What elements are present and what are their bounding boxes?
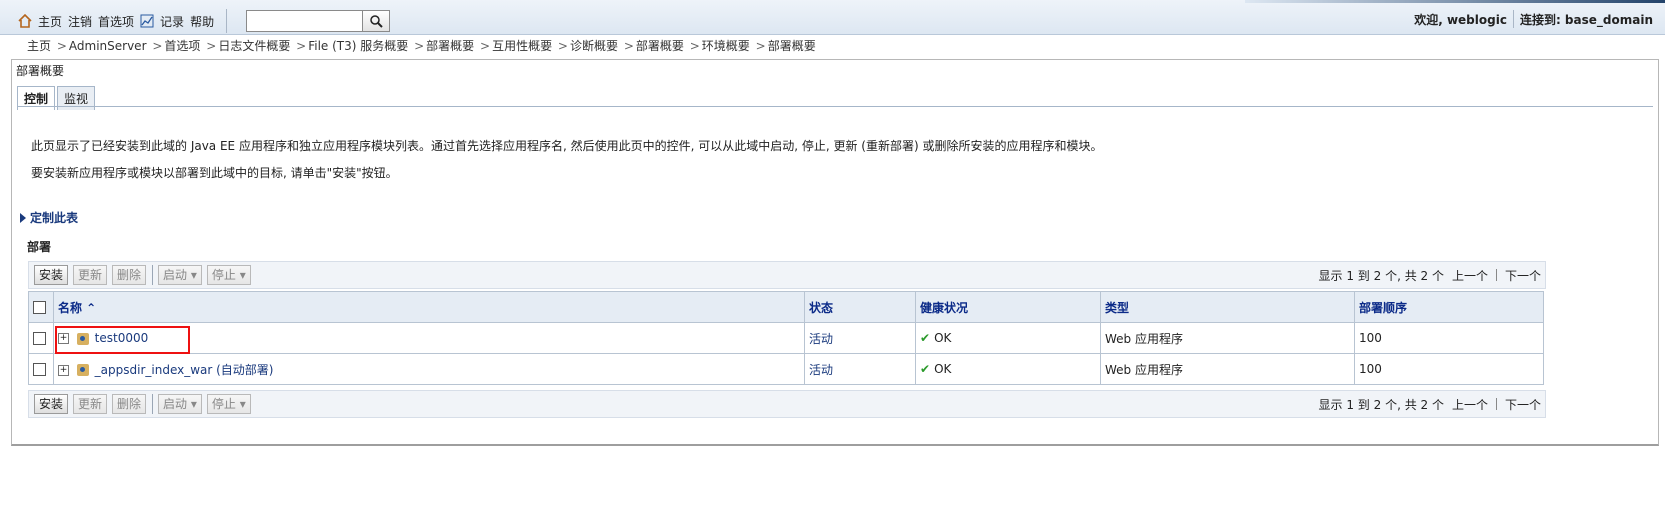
- stop-dropdown-button[interactable]: 停止 ▾: [206, 394, 251, 414]
- select-all-checkbox[interactable]: [33, 301, 46, 314]
- top-bar: 主页 注销 首选项 记录 帮助 欢迎, weblogic 连接到: base_d…: [0, 0, 1665, 35]
- ok-check-icon: ✔: [920, 362, 931, 376]
- row-checkbox[interactable]: [33, 332, 46, 345]
- ok-check-icon: ✔: [920, 331, 931, 345]
- state-link[interactable]: 活动: [809, 363, 833, 377]
- install-button[interactable]: 安装: [34, 265, 69, 285]
- search-input[interactable]: [246, 10, 364, 32]
- customize-table-link[interactable]: 定制此表: [20, 209, 78, 226]
- prev-page-link[interactable]: 上一个: [1452, 396, 1488, 413]
- pager-divider: [1495, 398, 1497, 410]
- name-cell: + _appsdir_index_war (自动部署): [53, 353, 805, 385]
- highlight-box: [55, 326, 190, 354]
- deployment-name-link[interactable]: _appsdir_index_war (自动部署): [95, 363, 274, 377]
- order-cell: 100: [1354, 322, 1544, 354]
- welcome-text: 欢迎, weblogic: [1414, 12, 1507, 27]
- breadcrumb-item[interactable]: 首选项: [164, 39, 200, 53]
- delete-button[interactable]: 删除: [112, 265, 147, 285]
- health-cell: ✔ OK: [915, 353, 1101, 385]
- nav-preferences-link[interactable]: 首选项: [98, 13, 134, 30]
- breadcrumb-item[interactable]: 互用性概要: [492, 39, 552, 53]
- breadcrumb-item[interactable]: 环境概要: [702, 39, 750, 53]
- health-cell: ✔ OK: [915, 322, 1101, 354]
- customize-table-label: 定制此表: [30, 211, 79, 225]
- user-status: 欢迎, weblogic 连接到: base_domain: [1414, 10, 1653, 28]
- column-header-order[interactable]: 部署顺序: [1354, 291, 1544, 323]
- breadcrumb-item[interactable]: AdminServer: [69, 39, 147, 53]
- table-row: + _appsdir_index_war (自动部署) 活动 ✔ OK Web 应…: [28, 353, 1544, 385]
- pager-text: 显示 1 到 2 个, 共 2 个: [1318, 397, 1444, 412]
- stop-dropdown-button[interactable]: 停止 ▾: [206, 265, 251, 285]
- toolbar-divider: [152, 265, 154, 285]
- home-icon[interactable]: [18, 14, 32, 28]
- description-text: 此页显示了已经安装到此域的 Java EE 应用程序和独立应用程序模块列表。通过…: [31, 139, 1103, 153]
- web-app-icon: [76, 364, 89, 376]
- expand-triangle-icon: [20, 212, 26, 223]
- row-select-cell: [28, 322, 54, 354]
- column-header-state[interactable]: 状态: [804, 291, 916, 323]
- health-text: OK: [934, 331, 952, 345]
- row-select-cell: [28, 353, 54, 385]
- top-nav: 主页 注销 首选项 记录 帮助: [18, 9, 233, 33]
- start-dropdown-button[interactable]: 启动 ▾: [158, 265, 202, 285]
- type-cell: Web 应用程序: [1100, 322, 1355, 354]
- search-button[interactable]: [362, 10, 390, 32]
- breadcrumb-item[interactable]: 部署概要: [636, 39, 684, 53]
- toolbar-divider: [152, 394, 154, 414]
- select-all-cell: [28, 291, 54, 323]
- start-dropdown-button[interactable]: 启动 ▾: [158, 394, 202, 414]
- column-header-name[interactable]: 名称 ⌃: [53, 291, 805, 323]
- search-icon: [369, 14, 383, 28]
- breadcrumb-item[interactable]: 诊断概要: [570, 39, 618, 53]
- nav-divider: [226, 9, 228, 33]
- column-header-type[interactable]: 类型: [1100, 291, 1355, 323]
- nav-record-link[interactable]: 记录: [160, 13, 184, 30]
- top-accent-stripe: [1245, 0, 1665, 3]
- welcome-divider: [1512, 10, 1514, 28]
- breadcrumb-item[interactable]: 部署概要: [426, 39, 474, 53]
- type-cell: Web 应用程序: [1100, 353, 1355, 385]
- table-toolbar-bottom: 安装 更新 删除 启动 ▾ 停止 ▾ 显示 1 到 2 个, 共 2 个 上一个…: [28, 390, 1546, 418]
- state-cell: 活动: [804, 322, 916, 354]
- state-cell: 活动: [804, 353, 916, 385]
- install-hint-text: 要安装新应用程序或模块以部署到此域中的目标, 请单击"安装"按钮。: [31, 166, 398, 180]
- nav-home-link[interactable]: 主页: [38, 13, 62, 30]
- column-header-health[interactable]: 健康状况: [915, 291, 1101, 323]
- breadcrumb-item[interactable]: 主页: [27, 39, 51, 53]
- breadcrumb-item[interactable]: 日志文件概要: [218, 39, 290, 53]
- pager: 显示 1 到 2 个, 共 2 个 上一个 下一个: [1319, 396, 1541, 413]
- breadcrumb-item-current: 部署概要: [767, 39, 816, 53]
- nav-help-link[interactable]: 帮助: [190, 13, 214, 30]
- tab-underline: [17, 106, 1653, 107]
- connected-domain-text: 连接到: base_domain: [1519, 12, 1653, 27]
- table-toolbar-top: 安装 更新 删除 启动 ▾ 停止 ▾ 显示 1 到 2 个, 共 2 个 上一个…: [28, 261, 1546, 289]
- state-link[interactable]: 活动: [809, 332, 833, 346]
- deployments-table: 名称 ⌃ 状态 健康状况 类型 部署顺序 + test0000 活动 ✔ OK W…: [28, 291, 1544, 385]
- install-button[interactable]: 安装: [34, 394, 69, 414]
- section-title: 部署: [27, 240, 52, 254]
- row-checkbox[interactable]: [33, 363, 46, 376]
- table-row: + test0000 活动 ✔ OK Web 应用程序 100: [28, 322, 1544, 354]
- deployment-summary-panel: 部署概要 控制 监视 此页显示了已经安装到此域的 Java EE 应用程序和独立…: [11, 59, 1659, 446]
- breadcrumb-item[interactable]: File (T3) 服务概要: [308, 39, 408, 53]
- update-button[interactable]: 更新: [73, 265, 108, 285]
- panel-title: 部署概要: [16, 64, 65, 78]
- order-cell: 100: [1354, 353, 1544, 385]
- prev-page-link[interactable]: 上一个: [1452, 267, 1488, 284]
- health-text: OK: [934, 362, 952, 376]
- table-header-row: 名称 ⌃ 状态 健康状况 类型 部署顺序: [28, 291, 1544, 323]
- next-page-link[interactable]: 下一个: [1505, 267, 1541, 284]
- chart-icon[interactable]: [140, 14, 154, 28]
- nav-logout-link[interactable]: 注销: [68, 13, 92, 30]
- pager-text: 显示 1 到 2 个, 共 2 个: [1318, 268, 1444, 283]
- next-page-link[interactable]: 下一个: [1505, 396, 1541, 413]
- update-button[interactable]: 更新: [73, 394, 108, 414]
- pager-divider: [1495, 269, 1497, 281]
- expand-plus-icon[interactable]: +: [58, 364, 69, 376]
- pager: 显示 1 到 2 个, 共 2 个 上一个 下一个: [1319, 267, 1541, 284]
- breadcrumb: 主页 > AdminServer > 首选项 > 日志文件概要 > File (T3) …: [27, 39, 816, 53]
- delete-button[interactable]: 删除: [112, 394, 147, 414]
